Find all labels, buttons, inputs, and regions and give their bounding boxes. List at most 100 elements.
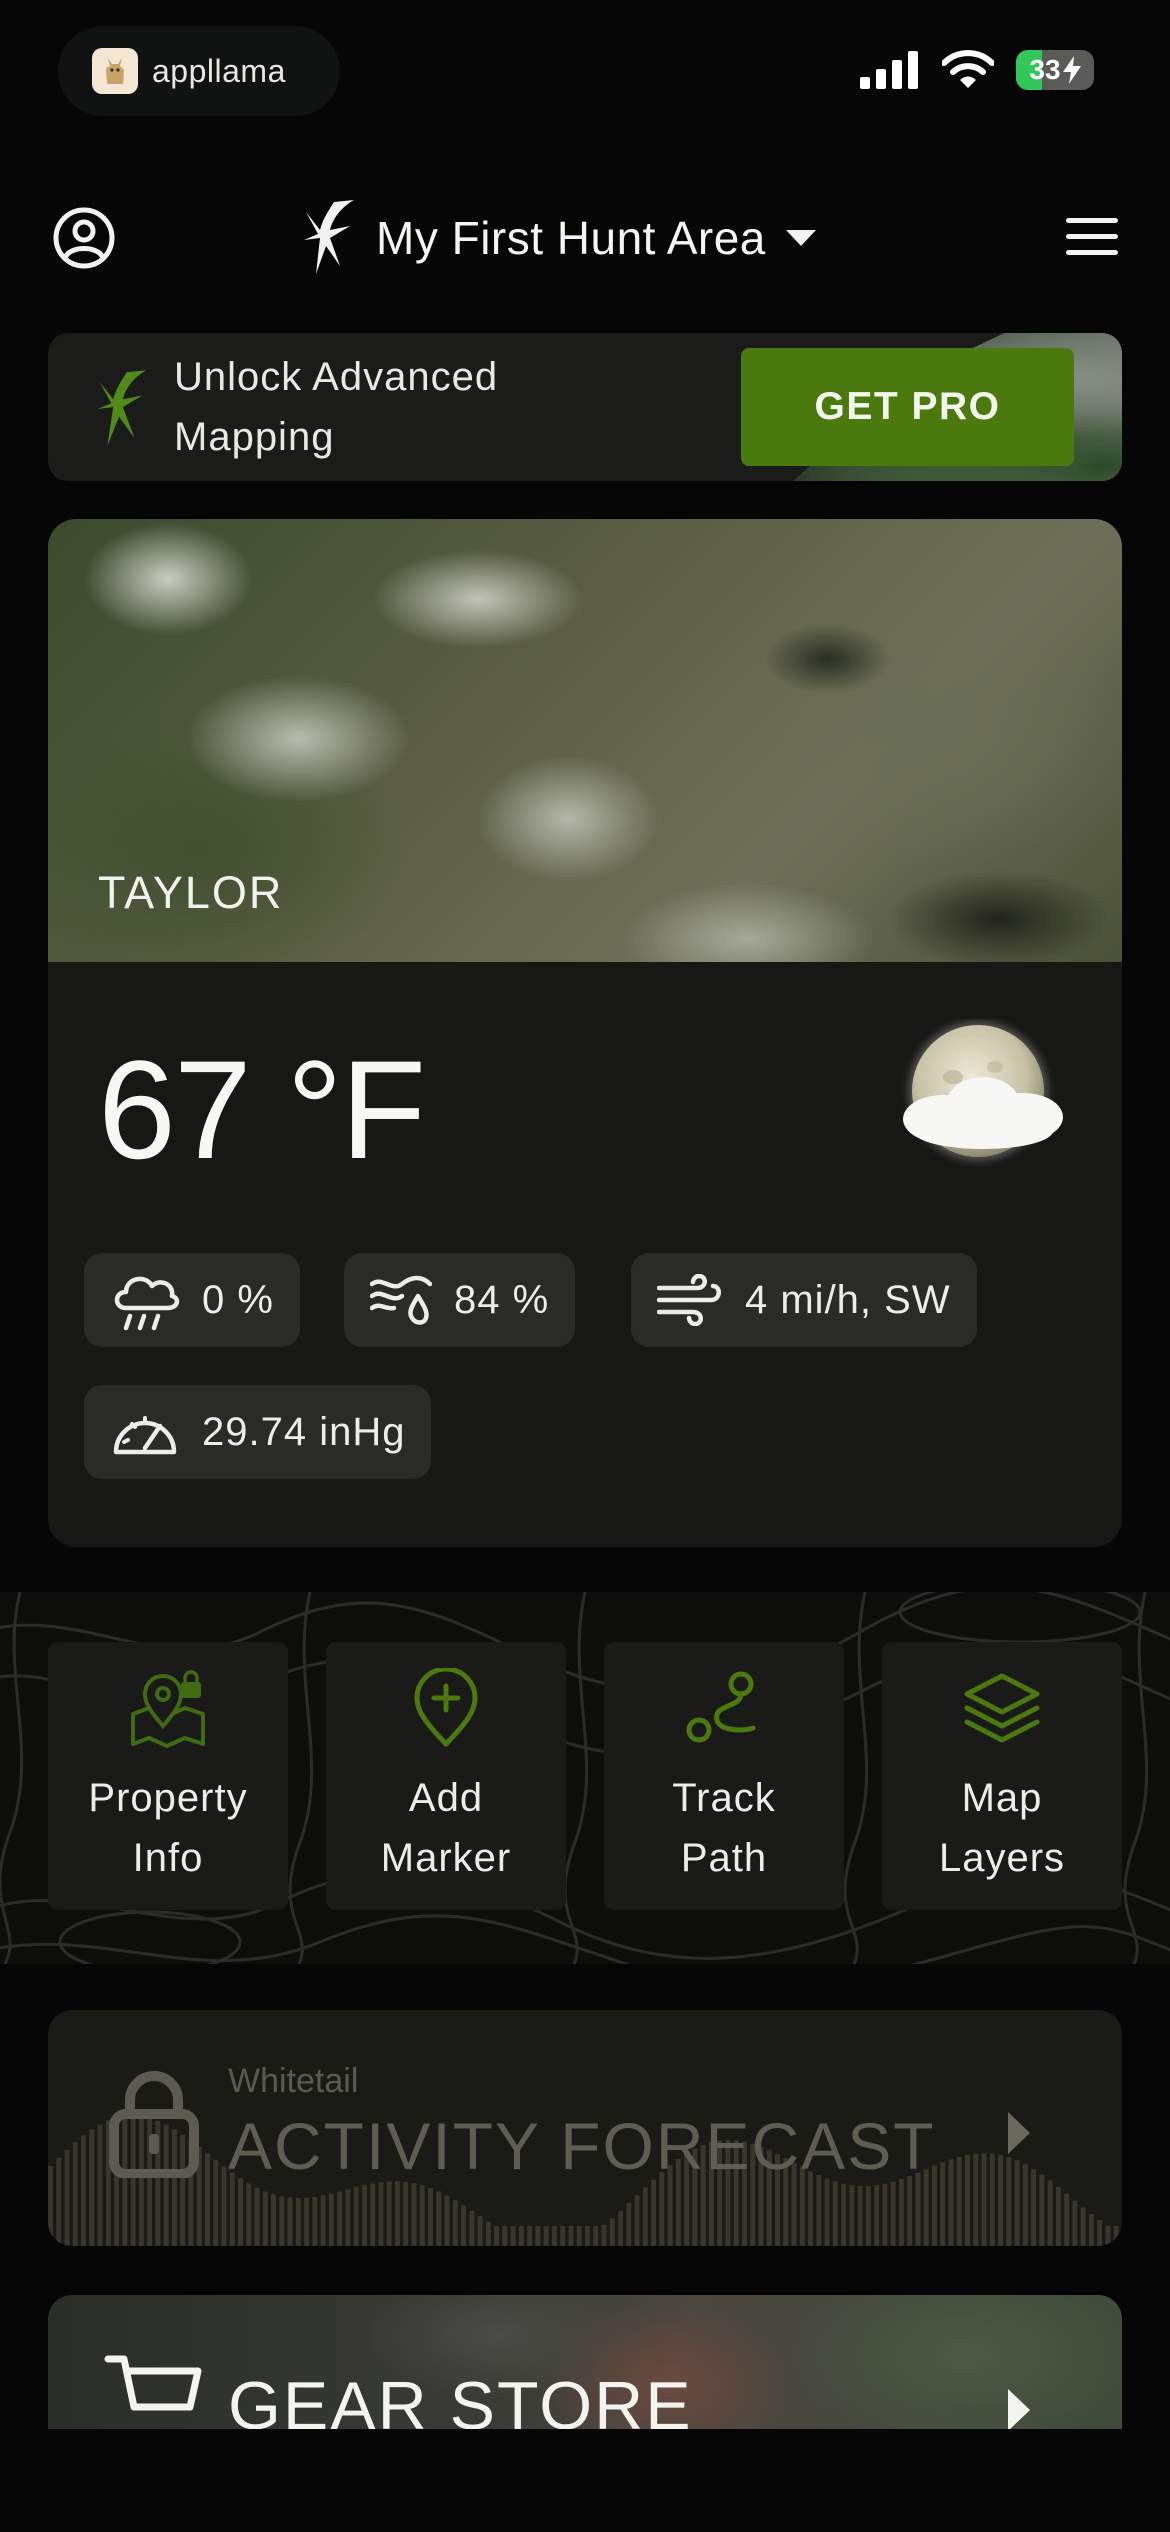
- activity-bar: [1031, 2168, 1037, 2246]
- gear-store-card[interactable]: GEAR STORE: [48, 2295, 1122, 2429]
- pressure-chip: 29.74 inHg: [84, 1385, 432, 1479]
- activity-bar: [411, 2183, 417, 2246]
- map-lock-icon: [131, 1670, 205, 1748]
- activity-bar: [543, 2226, 549, 2246]
- activity-bar: [72, 2142, 78, 2246]
- activity-bar: [940, 2162, 946, 2246]
- activity-bar: [981, 2153, 987, 2246]
- activity-bar: [469, 2210, 475, 2246]
- activity-bar: [642, 2187, 648, 2246]
- wind-value: 4 mi/h, SW: [745, 1277, 951, 1322]
- add-marker-button[interactable]: Add Marker: [326, 1642, 566, 1910]
- activity-bar: [518, 2226, 524, 2246]
- activity-bar: [56, 2157, 62, 2246]
- track-path-line2: Path: [680, 1836, 768, 1880]
- hamburger-menu-icon[interactable]: [1064, 212, 1120, 262]
- activity-bar: [1064, 2193, 1070, 2246]
- activity-bar: [1088, 2214, 1094, 2246]
- activity-bar: [1039, 2174, 1045, 2246]
- activity-bar: [461, 2205, 467, 2246]
- appllama-pill[interactable]: appllama: [58, 26, 340, 116]
- activity-bar: [213, 2160, 219, 2246]
- activity-bar: [304, 2197, 310, 2246]
- activity-bar: [874, 2185, 880, 2246]
- forecast-species: Whitetail: [228, 2062, 359, 2100]
- promo-line-2: Mapping: [174, 415, 335, 459]
- track-path-label: Track Path: [672, 1768, 776, 1888]
- activity-bar: [1105, 2225, 1111, 2246]
- activity-bar: [452, 2200, 458, 2246]
- activity-bar: [328, 2193, 334, 2246]
- activity-bar: [403, 2181, 409, 2246]
- track-path-icon: [686, 1671, 756, 1743]
- humidity-chip: 84 %: [344, 1253, 576, 1347]
- activity-bar: [370, 2183, 376, 2246]
- partly-cloudy-night-icon: [903, 1021, 1063, 1161]
- location-name: TAYLOR: [98, 867, 284, 918]
- activity-bar: [271, 2194, 277, 2246]
- activity-bar: [551, 2226, 557, 2246]
- profile-icon[interactable]: [52, 206, 116, 270]
- activity-bar: [634, 2195, 640, 2246]
- track-path-button[interactable]: Track Path: [604, 1642, 844, 1910]
- activity-bar: [907, 2175, 913, 2246]
- hunt-area-selector[interactable]: My First Hunt Area: [296, 198, 818, 278]
- battery-indicator: 33: [1016, 50, 1094, 90]
- temperature: 67 °F: [98, 1031, 426, 1188]
- activity-bar: [585, 2226, 590, 2246]
- property-info-label: Property Info: [88, 1768, 247, 1888]
- activity-bar: [89, 2129, 95, 2246]
- activity-bar: [353, 2187, 359, 2246]
- activity-bar: [81, 2135, 87, 2246]
- shopping-cart-icon: [104, 2355, 202, 2411]
- activity-bar: [444, 2195, 450, 2246]
- activity-bar: [1055, 2186, 1061, 2246]
- activity-bar: [262, 2191, 268, 2246]
- activity-bar: [965, 2154, 970, 2246]
- add-marker-icon: [414, 1668, 478, 1747]
- activity-bar: [246, 2183, 252, 2246]
- activity-bar: [535, 2226, 541, 2246]
- activity-bar: [601, 2224, 607, 2246]
- activity-bar: [989, 2153, 995, 2246]
- weather-card[interactable]: TAYLOR 67 °F 0 % 84 % 4 mi/h, SW 29.74 i…: [48, 519, 1122, 1547]
- activity-bar: [378, 2182, 384, 2246]
- activity-bar: [1113, 2226, 1119, 2246]
- activity-bar: [64, 2149, 70, 2246]
- activity-bar: [494, 2226, 500, 2246]
- activity-bar: [254, 2187, 260, 2246]
- activity-bar: [626, 2203, 632, 2246]
- activity-bar: [865, 2185, 871, 2246]
- activity-bar: [428, 2187, 433, 2246]
- activity-bar: [998, 2154, 1004, 2246]
- activity-bar: [898, 2179, 904, 2246]
- lock-icon: [109, 2071, 199, 2178]
- activity-forecast-card[interactable]: Whitetail ACTIVITY FORECAST: [48, 2010, 1122, 2246]
- activity-bar: [1014, 2160, 1020, 2246]
- cellular-signal-icon: [860, 51, 918, 89]
- upgrade-banner[interactable]: Unlock Advanced Mapping GET PRO: [48, 333, 1122, 481]
- battery-level: 33: [1029, 54, 1061, 85]
- get-pro-button[interactable]: GET PRO: [741, 348, 1074, 466]
- charging-bolt-icon: [1062, 56, 1081, 84]
- activity-bar: [1022, 2164, 1028, 2246]
- map-layers-label: Map Layers: [939, 1768, 1065, 1888]
- map-layers-button[interactable]: Map Layers: [882, 1642, 1122, 1910]
- property-info-button[interactable]: Property Info: [48, 1642, 288, 1910]
- property-info-line2: Info: [132, 1836, 204, 1880]
- layers-icon: [964, 1673, 1040, 1743]
- pressure-value: 29.74 inHg: [202, 1409, 406, 1454]
- activity-bar: [337, 2191, 343, 2246]
- add-marker-line1: Add: [408, 1776, 484, 1820]
- add-marker-label: Add Marker: [381, 1768, 511, 1888]
- property-info-line1: Property: [88, 1776, 248, 1820]
- activity-bar: [576, 2226, 582, 2246]
- humidity-icon: [370, 1275, 432, 1325]
- activity-bar: [295, 2198, 301, 2246]
- activity-bar: [485, 2221, 491, 2246]
- activity-bar: [502, 2226, 508, 2246]
- quick-actions-section: Property Info Add Marker Track Path Map …: [0, 1592, 1170, 1964]
- activity-bar: [824, 2178, 830, 2246]
- huntstand-logo-icon: [304, 200, 354, 274]
- appllama-label: appllama: [152, 52, 286, 89]
